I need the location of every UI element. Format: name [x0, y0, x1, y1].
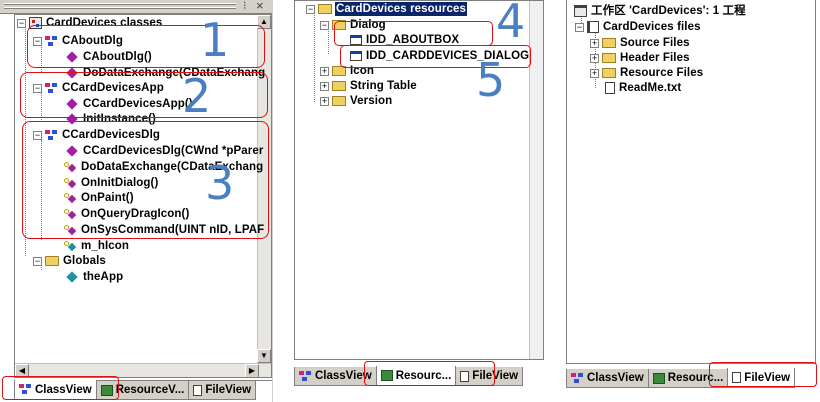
workspace-label: 工作区 'CardDevices': 1 工程	[591, 5, 746, 17]
folder-open-icon	[45, 256, 59, 266]
folder-closed-icon	[332, 96, 346, 106]
expand-icon[interactable]: +	[320, 96, 329, 106]
collapse-icon[interactable]: −	[306, 4, 315, 14]
collapse-icon[interactable]: −	[17, 18, 26, 28]
tree-root-workspace[interactable]: 工作区 'CardDevices': 1 工程	[574, 3, 747, 19]
folder-open-icon	[318, 4, 332, 14]
resourceview-panel: − CardDevices resources − Dialog IDD_ABO…	[290, 0, 548, 402]
fileview-tab-icon	[193, 384, 203, 396]
annotation-number-4: 4	[496, 0, 526, 48]
folder-closed-icon	[602, 38, 616, 48]
annotation-number-5: 5	[476, 53, 506, 107]
tree-file[interactable]: ReadMe.txt	[605, 80, 682, 96]
resources-root-label: CardDevices resources	[335, 2, 467, 16]
expand-icon[interactable]: +	[320, 81, 329, 91]
panel-dock-handle[interactable]: ⁝	[243, 0, 247, 13]
annotation-box-classview-tab	[2, 376, 119, 400]
tab-label: FileView	[205, 384, 252, 396]
tab-label: ResourceV...	[115, 384, 185, 396]
expand-icon[interactable]: +	[590, 38, 599, 48]
key-field-icon	[64, 241, 77, 252]
panel-title-bar: ⁝ ×	[0, 0, 272, 14]
tree-folder[interactable]: + Source Files	[590, 35, 691, 51]
tree-root-resources[interactable]: − CardDevices resources	[306, 1, 467, 17]
collapse-icon[interactable]: −	[575, 22, 584, 32]
resourceview-tab-icon	[652, 372, 665, 384]
tree-folder[interactable]: + Resource Files	[590, 65, 704, 81]
text-file-icon	[605, 82, 615, 94]
splitter	[548, 0, 564, 402]
expand-icon[interactable]: +	[320, 66, 329, 76]
tree-member[interactable]: m_hIcon	[64, 238, 130, 254]
splitter	[272, 0, 290, 402]
tab-label: ClassView	[587, 372, 644, 384]
fileview-panel: 工作区 'CardDevices': 1 工程 − CardDevices fi…	[564, 0, 820, 402]
folder-closed-icon	[602, 68, 616, 78]
expand-icon[interactable]: +	[590, 53, 599, 63]
annotation-box-1	[27, 25, 265, 68]
project-icon	[587, 21, 599, 33]
collapse-icon[interactable]: −	[33, 256, 42, 266]
tree-project[interactable]: − CardDevices files	[575, 19, 702, 35]
tree-global-item[interactable]: theApp	[66, 269, 124, 285]
folder-label: Version	[350, 95, 393, 107]
tree-folder-version[interactable]: + Version	[320, 93, 393, 109]
annotation-number-1: 1	[200, 13, 230, 67]
classview-hscroll[interactable]: ◀ ▶	[15, 363, 271, 377]
annotation-box-fileview-tab	[709, 362, 817, 387]
globals-label: Globals	[63, 255, 106, 267]
folder-closed-icon	[602, 53, 616, 63]
project-label: CardDevices files	[603, 21, 701, 33]
tab-classview[interactable]: ClassView	[566, 369, 649, 388]
classview-tab-icon	[299, 370, 312, 382]
folder-label: Header Files	[620, 52, 690, 64]
tree-folder-stringtable[interactable]: + String Table	[320, 78, 418, 94]
expand-icon[interactable]: +	[590, 68, 599, 78]
classview-panel: ⁝ × ▲ ▼ ◀ ▶ − CardDevices classes − CAbo…	[0, 0, 272, 402]
field-icon	[66, 271, 78, 283]
classview-tab-icon	[571, 372, 584, 384]
folder-label: Source Files	[620, 37, 690, 49]
folder-label: Resource Files	[620, 67, 704, 79]
folder-label: String Table	[350, 80, 417, 92]
scroll-right-button[interactable]: ▶	[245, 364, 259, 377]
annotation-box-resourceview-tab	[364, 361, 495, 386]
file-label: ReadMe.txt	[619, 82, 682, 94]
resourceview-vscroll[interactable]	[529, 1, 543, 359]
tree-globals[interactable]: − Globals	[33, 253, 107, 269]
global-label: theApp	[83, 271, 124, 283]
folder-closed-icon	[332, 81, 346, 91]
tab-fileview[interactable]: FileView	[188, 381, 257, 400]
annotation-box-4	[334, 21, 493, 46]
annotation-box-2	[20, 72, 268, 118]
member-label: m_hIcon	[81, 240, 129, 252]
workspace-icon	[574, 5, 587, 17]
annotation-number-2: 2	[182, 69, 212, 123]
annotation-number-3: 3	[205, 156, 235, 210]
tree-folder[interactable]: + Header Files	[590, 50, 691, 66]
scroll-down-button[interactable]: ▼	[257, 349, 271, 363]
panel-close-button[interactable]: ×	[256, 0, 264, 13]
collapse-icon[interactable]: −	[320, 20, 329, 30]
